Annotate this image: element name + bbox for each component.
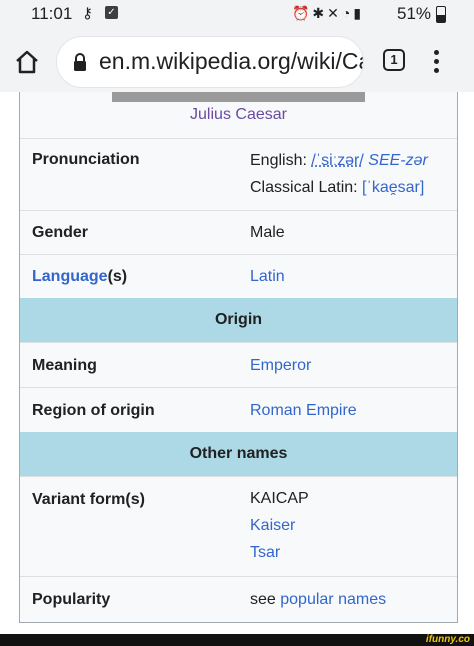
row-region: Region of origin Roman Empire	[20, 387, 457, 433]
popular-names-link[interactable]: popular names	[280, 591, 386, 608]
variant-label: Variant form(s)	[32, 491, 145, 508]
variant-item-link[interactable]: Kaiser	[250, 512, 309, 539]
variant-item: KAICAP	[250, 490, 309, 507]
image-caption: Julius Caesar	[20, 106, 457, 124]
watermark: ifunny.co	[425, 634, 470, 645]
latin-ipa-link[interactable]: [ˈkae̯sar]	[362, 179, 424, 196]
row-meaning: Meaning Emperor	[20, 342, 457, 388]
latin-prefix: Classical Latin:	[250, 179, 363, 196]
language-link[interactable]: Language	[32, 268, 108, 285]
bottom-bar: ifunny.co	[0, 634, 474, 646]
language-label-suffix: (s)	[107, 268, 128, 285]
popularity-prefix: see	[250, 591, 281, 608]
row-gender: Gender Male	[20, 210, 457, 255]
gender-value: Male	[250, 224, 285, 241]
battery-percent: 51%	[397, 4, 432, 23]
row-popularity: Popularity see popular names	[20, 576, 457, 623]
meaning-value-link[interactable]: Emperor	[250, 352, 311, 379]
battery-icon	[436, 6, 446, 23]
caption-link[interactable]: Julius Caesar	[190, 106, 287, 123]
infobox: Julius Caesar Pronunciation English: /ˈs…	[19, 92, 458, 623]
meaning-label: Meaning	[32, 357, 97, 374]
region-label: Region of origin	[32, 402, 155, 419]
overflow-menu-icon[interactable]	[434, 50, 440, 74]
language-value-link[interactable]: Latin	[250, 263, 285, 290]
page-content: Julius Caesar Pronunciation English: /ˈs…	[0, 92, 474, 634]
row-pronunciation: Pronunciation English: /ˈsiːzər/ SEE-zər…	[20, 138, 457, 211]
pronunciation-label: Pronunciation	[32, 151, 140, 168]
popularity-value: see popular names	[250, 586, 386, 613]
lock-icon	[74, 53, 86, 71]
other-names-header: Other names	[20, 432, 457, 476]
gender-label: Gender	[32, 224, 89, 241]
status-time: 11:01	[31, 4, 73, 23]
system-tray-icons: ⏰✱✕◔▮	[292, 5, 365, 21]
popularity-label: Popularity	[32, 591, 111, 608]
download-check-icon: ✓	[105, 6, 118, 19]
address-bar[interactable]: en.m.wikipedia.org/wiki/Cae	[57, 37, 363, 87]
row-language: Language(s) Latin	[20, 254, 457, 299]
english-ipa-link[interactable]: /ˈsiːzər/	[311, 152, 363, 169]
infobox-image[interactable]	[112, 92, 365, 102]
region-value-link[interactable]: Roman Empire	[250, 397, 357, 424]
english-prefix: English:	[250, 152, 312, 169]
home-icon[interactable]	[14, 49, 40, 75]
english-respell-link[interactable]: SEE-zər	[368, 152, 428, 169]
variant-list: KAICAP Kaiser Tsar	[250, 485, 309, 566]
variant-item-link[interactable]: Tsar	[250, 539, 309, 566]
browser-toolbar: en.m.wikipedia.org/wiki/Cae 1	[0, 32, 474, 92]
url-text: en.m.wikipedia.org/wiki/Cae	[99, 48, 363, 74]
language-label: Language(s)	[32, 268, 127, 286]
status-bar: 11:01 ⚷ ✓ ⏰✱✕◔▮ 51%	[0, 0, 474, 30]
pronunciation-value: English: /ˈsiːzər/ SEE-zər Classical Lat…	[250, 147, 428, 201]
row-variant-forms: Variant form(s) KAICAP Kaiser Tsar	[20, 476, 457, 577]
origin-header: Origin	[20, 298, 457, 342]
tab-switcher-button[interactable]: 1	[383, 49, 405, 71]
vpn-key-icon: ⚷	[82, 5, 93, 22]
